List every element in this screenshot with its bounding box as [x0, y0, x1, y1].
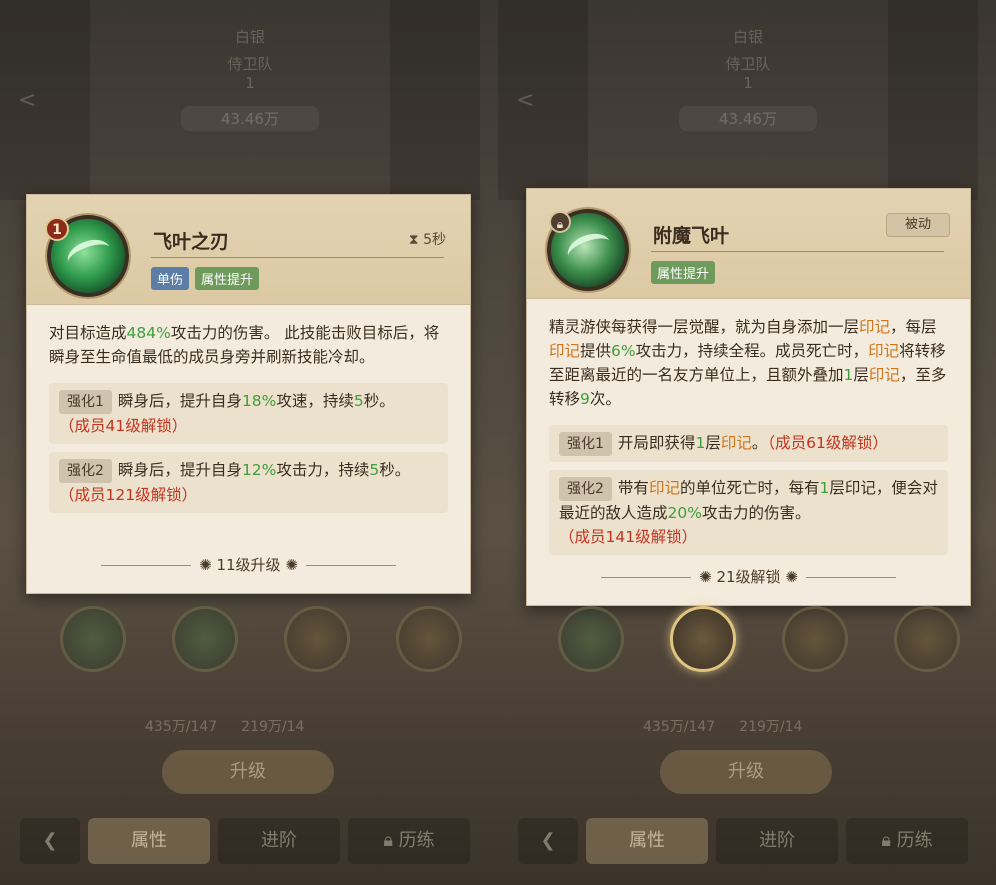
skill-orb[interactable]: [284, 606, 350, 672]
tag-stat-boost: 属性提升: [651, 261, 716, 284]
resources: 435万/147 219万/14: [643, 716, 826, 736]
member-level: 1: [743, 74, 753, 92]
ornament-icon: ✺: [699, 568, 717, 586]
member-name: 侍卫队: [227, 55, 273, 73]
resources: 435万/147 219万/14: [145, 716, 328, 736]
member-level: 1: [245, 74, 255, 92]
enh-tag: 强化1: [559, 432, 612, 456]
skill-name: 附魔飞叶: [653, 225, 730, 247]
tab-advance[interactable]: 进阶: [218, 818, 340, 864]
tab-training[interactable]: 🔒︎ 历练: [846, 818, 968, 864]
skill-orb[interactable]: [396, 606, 462, 672]
upgrade-button[interactable]: 升级: [660, 750, 832, 794]
enhancement-2: 强化2 瞬身后，提升自身12%攻击力，持续5秒。 （成员121级解锁）: [49, 452, 448, 513]
back-button[interactable]: ❮: [20, 818, 80, 864]
skill-card-right: 🔒︎ 附魔飞叶 被动 属性提升 精灵游侠每获得一层觉醒，就为自身添加一层印记，每…: [526, 188, 971, 606]
share-icon[interactable]: <: [18, 88, 36, 113]
bg-pillar: [0, 0, 90, 200]
bottom-tabs: ❮ 属性 进阶 🔒︎ 历练: [20, 818, 470, 864]
power-pill: 43.46万: [679, 106, 817, 131]
back-button[interactable]: ❮: [518, 818, 578, 864]
skill-orb[interactable]: [60, 606, 126, 672]
ornament-icon: ✺: [780, 568, 798, 586]
left-panel: < 白银 侍卫队 1 43.46万 1 飞叶之刃 ⧗ 5秒 单伤 属性提升 对目…: [0, 0, 498, 885]
skill-orb[interactable]: [782, 606, 848, 672]
enh-tag: 强化2: [559, 477, 612, 501]
member-name: 侍卫队: [725, 55, 771, 73]
skill-description: 对目标造成484%攻击力的伤害。 此技能击败目标后，将瞬身至生命值最低的成员身旁…: [49, 324, 440, 366]
skill-orb[interactable]: [558, 606, 624, 672]
enhancement-2: 强化2 带有印记的单位死亡时，每有1层印记，便会对最近的敌人造成20%攻击力的伤害…: [549, 470, 948, 555]
tab-advance[interactable]: 进阶: [716, 818, 838, 864]
power-pill: 43.46万: [181, 106, 319, 131]
gold-cost: 435万/147: [145, 719, 218, 735]
bottom-tabs: ❮ 属性 进阶 🔒︎ 历练: [518, 818, 968, 864]
lock-icon: 🔒︎: [383, 830, 399, 851]
bg-member-info: 白银 侍卫队 1 43.46万: [598, 20, 898, 140]
skill-orbs: [558, 606, 960, 672]
lock-icon: 🔒︎: [549, 211, 571, 233]
bg-pillar: [888, 0, 978, 200]
right-panel: < 白银 侍卫队 1 43.46万 🔒︎ 附魔飞叶 被动 属性提升 精灵游侠每获…: [498, 0, 996, 885]
skill-orb[interactable]: [172, 606, 238, 672]
tag-stat-boost: 属性提升: [195, 267, 260, 290]
ornament-icon: ✺: [280, 556, 298, 574]
skill-name: 飞叶之刃: [153, 231, 230, 253]
feather-cost: 219万/14: [241, 719, 305, 735]
skill-orbs: [60, 606, 462, 672]
share-icon[interactable]: <: [516, 88, 534, 113]
tab-attributes[interactable]: 属性: [88, 818, 210, 864]
gold-cost: 435万/147: [643, 719, 716, 735]
rank-label: 白银: [234, 28, 265, 46]
feather-cost: 219万/14: [739, 719, 803, 735]
skill-card-header: 🔒︎ 附魔飞叶 被动 属性提升: [527, 189, 970, 299]
tag-single-damage: 单伤: [151, 267, 190, 290]
skill-description: 精灵游侠每获得一层觉醒，就为自身添加一层印记，每层印记提供6%攻击力，持续全程。…: [549, 318, 947, 408]
hourglass-icon: ⧗: [408, 232, 424, 248]
enhancement-1: 强化1 开局即获得1层印记。（成员61级解锁）: [549, 425, 948, 462]
skill-level-badge: 1: [45, 217, 69, 241]
skill-orb-selected[interactable]: [670, 606, 736, 672]
enh-tag: 强化1: [59, 390, 112, 414]
tab-attributes[interactable]: 属性: [586, 818, 708, 864]
bg-pillar: [390, 0, 480, 200]
skill-card-left: 1 飞叶之刃 ⧗ 5秒 单伤 属性提升 对目标造成484%攻击力的伤害。 此技能…: [26, 194, 471, 594]
card-footer: ✺ 21级解锁 ✺: [527, 566, 970, 587]
ornament-icon: ✺: [199, 556, 217, 574]
cooldown-label: ⧗ 5秒: [408, 232, 446, 248]
skill-card-header: 1 飞叶之刃 ⧗ 5秒 单伤 属性提升: [27, 195, 470, 305]
passive-badge: 被动: [886, 213, 950, 237]
bg-pillar: [498, 0, 588, 200]
lock-icon: 🔒︎: [881, 830, 897, 851]
upgrade-button[interactable]: 升级: [162, 750, 334, 794]
rank-label: 白银: [732, 28, 763, 46]
tab-training[interactable]: 🔒︎ 历练: [348, 818, 470, 864]
bg-member-info: 白银 侍卫队 1 43.46万: [100, 20, 400, 140]
skill-orb[interactable]: [894, 606, 960, 672]
enh-tag: 强化2: [59, 459, 112, 483]
enhancement-1: 强化1 瞬身后，提升自身18%攻速，持续5秒。 （成员41级解锁）: [49, 383, 448, 444]
card-footer: ✺ 11级升级 ✺: [27, 554, 470, 575]
